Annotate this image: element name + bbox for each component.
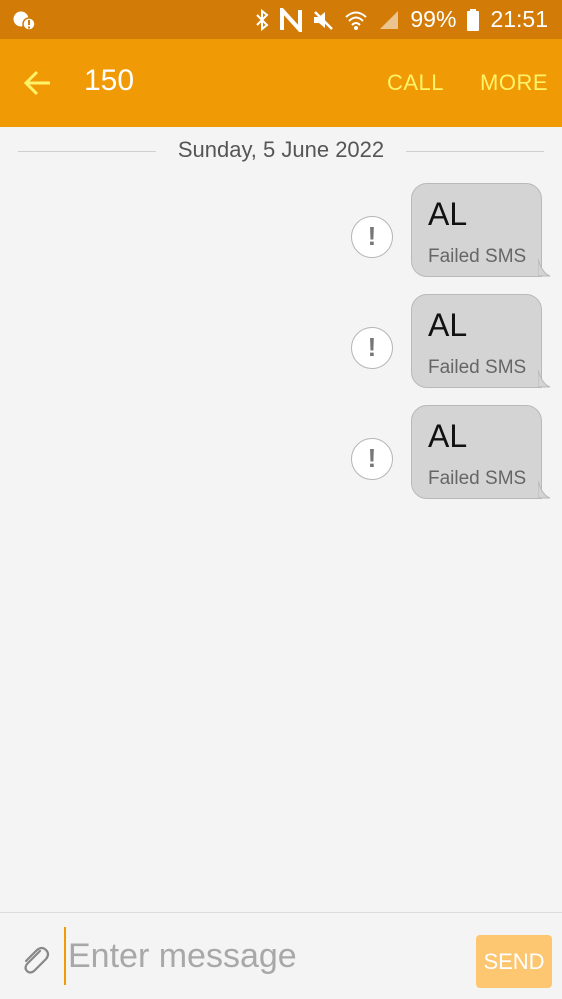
message-text: AL (428, 196, 468, 232)
bubble-tail (538, 259, 551, 277)
message-row: ! AL Failed SMS (0, 183, 562, 279)
paperclip-icon[interactable] (18, 943, 52, 977)
status-bar: 99% 21:51 (0, 0, 562, 39)
message-text: AL (428, 307, 468, 343)
message-status: Failed SMS (428, 468, 527, 489)
message-bubble[interactable]: AL Failed SMS (411, 183, 542, 277)
send-button[interactable]: SEND (476, 935, 552, 988)
call-button[interactable]: CALL (387, 70, 444, 96)
message-input[interactable] (64, 927, 464, 985)
nfc-icon (280, 7, 303, 32)
message-bubble[interactable]: AL Failed SMS (411, 405, 542, 499)
message-row: ! AL Failed SMS (0, 405, 562, 501)
wifi-icon (345, 11, 368, 30)
message-bubble[interactable]: AL Failed SMS (411, 294, 542, 388)
exclamation-icon[interactable]: ! (351, 216, 393, 258)
bubble-tail (538, 481, 551, 499)
more-button[interactable]: MORE (480, 70, 548, 96)
arrow-left-icon[interactable] (18, 63, 58, 103)
message-text: AL (428, 418, 468, 454)
exclamation-icon[interactable]: ! (351, 327, 393, 369)
status-icons: 99% 21:51 (254, 0, 548, 39)
exclamation-icon[interactable]: ! (351, 438, 393, 480)
conversation-date: Sunday, 5 June 2022 (177, 137, 385, 162)
message-status: Failed SMS (428, 357, 527, 378)
message-composer: SEND (0, 912, 562, 999)
bubble-tail (538, 370, 551, 388)
notification-icon (13, 11, 36, 31)
battery-percent: 99% (410, 6, 457, 32)
clock: 21:51 (490, 6, 548, 32)
message-status: Failed SMS (428, 246, 527, 267)
app-bar: 150 CALL MORE (0, 39, 562, 127)
message-row: ! AL Failed SMS (0, 294, 562, 390)
mute-icon (314, 10, 334, 30)
conversation-title: 150 (84, 64, 135, 97)
date-divider: Sunday, 5 June 2022 (0, 137, 562, 165)
bluetooth-icon (256, 8, 269, 31)
battery-icon (467, 8, 480, 31)
signal-icon (380, 10, 399, 29)
